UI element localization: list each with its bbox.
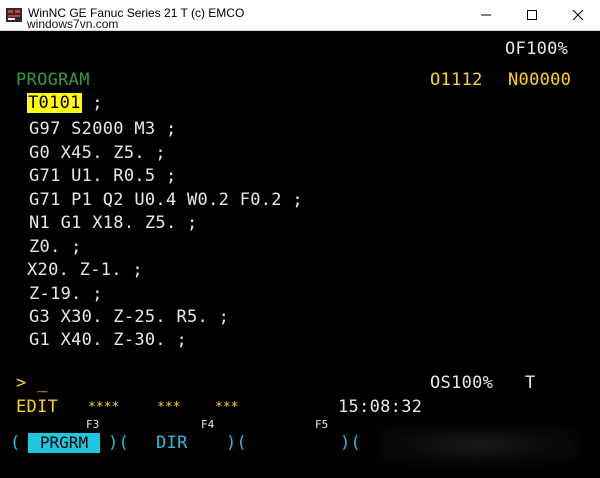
- program-line[interactable]: Z-19. ;: [29, 284, 103, 304]
- program-line-text: ;: [81, 93, 103, 113]
- title-bar: WinNC GE Fanuc Series 21 T (c) EMCO wind…: [0, 0, 600, 31]
- status-field: ***: [215, 400, 239, 415]
- input-prompt[interactable]: > _: [16, 373, 48, 393]
- cnc-screen: OF100% PROGRAM O1112 N00000 T0101 ; G97 …: [0, 31, 600, 478]
- status-field: ***: [157, 400, 181, 415]
- program-number: O1112: [430, 70, 483, 90]
- fkey-label-f3: F3: [86, 418, 100, 431]
- status-mode: EDIT: [16, 397, 59, 417]
- edit-cursor-word[interactable]: T0101: [27, 93, 82, 113]
- status-field: ****: [88, 400, 120, 415]
- program-line[interactable]: Z0. ;: [29, 237, 82, 257]
- program-line[interactable]: G97 S2000 M3 ;: [29, 119, 177, 139]
- program-line[interactable]: G1 X40. Z-30. ;: [29, 330, 187, 350]
- app-icon: [6, 7, 22, 22]
- softkey-separator: )(: [340, 433, 362, 453]
- feed-override: OF100%: [505, 39, 569, 59]
- minimize-button[interactable]: [463, 0, 509, 30]
- clock: 15:08:32: [338, 397, 423, 417]
- watermark-text: windows7vn.com: [27, 17, 119, 31]
- softkey-prgrm[interactable]: PRGRM: [28, 433, 100, 453]
- program-line[interactable]: N1 G1 X18. Z5. ;: [29, 213, 198, 233]
- program-line[interactable]: T0101 ;: [27, 93, 103, 113]
- softkey-separator: )(: [108, 433, 130, 453]
- close-button[interactable]: [555, 0, 600, 30]
- program-line[interactable]: G71 P1 Q2 U0.4 W0.2 F0.2 ;: [29, 190, 303, 210]
- fkey-label-f5: F5: [315, 418, 329, 431]
- program-line[interactable]: G0 X45. Z5. ;: [29, 143, 166, 163]
- minimize-icon: [481, 10, 491, 20]
- program-line[interactable]: G3 X30. Z-25. R5. ;: [29, 307, 229, 327]
- program-line[interactable]: G71 U1. R0.5 ;: [29, 166, 177, 186]
- sequence-number: N00000: [508, 70, 572, 90]
- maximize-icon: [527, 10, 537, 20]
- spindle-override: OS100%: [430, 373, 494, 393]
- close-icon: [573, 10, 583, 20]
- maximize-button[interactable]: [509, 0, 555, 30]
- fkey-label-f4: F4: [201, 418, 215, 431]
- softkey-separator: )(: [226, 433, 248, 453]
- blurred-softkey-area: [378, 425, 578, 465]
- softkey-bracket: (: [10, 433, 21, 453]
- softkey-dir[interactable]: DIR: [156, 433, 188, 453]
- mode-title: PROGRAM: [16, 70, 90, 90]
- program-line[interactable]: X20. Z-1. ;: [27, 260, 143, 280]
- tool-status: T: [525, 373, 536, 393]
